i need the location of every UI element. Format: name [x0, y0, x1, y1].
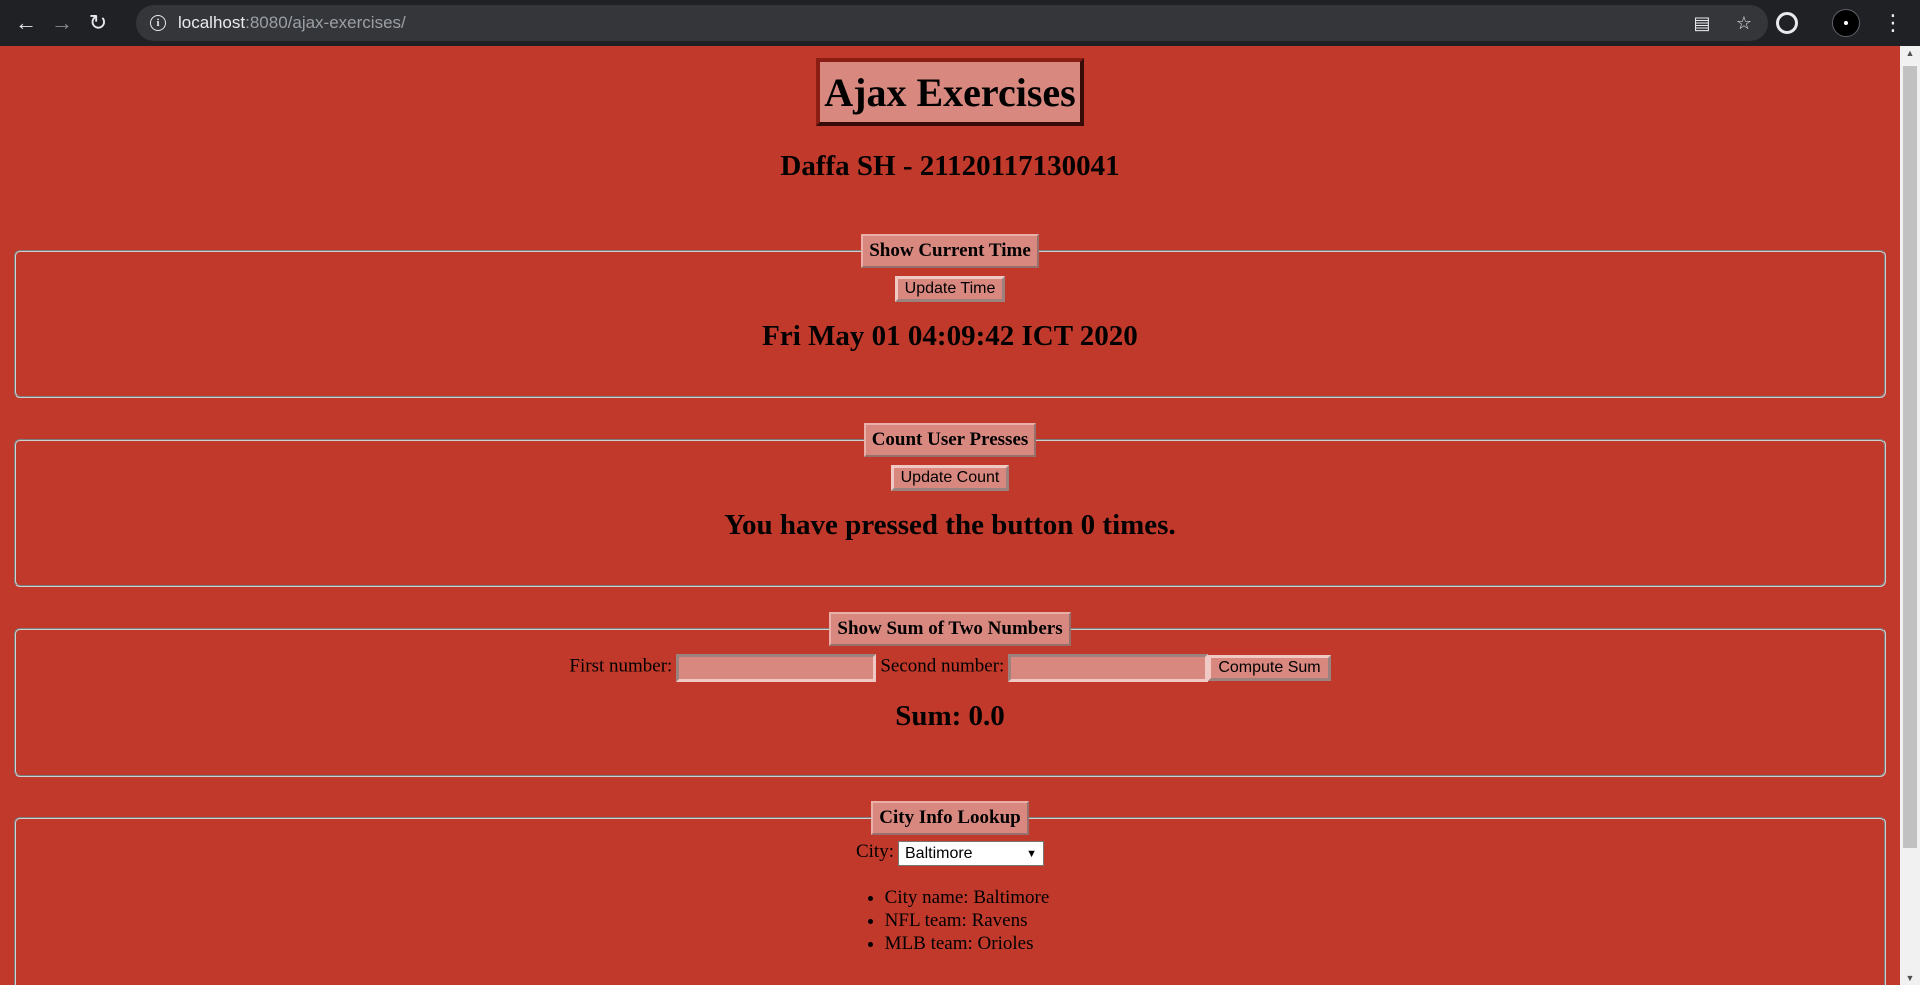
reload-icon[interactable]: ↻	[80, 5, 116, 41]
update-count-button[interactable]: Update Count	[890, 465, 1010, 491]
bookmark-star-icon[interactable]: ☆	[1730, 13, 1758, 34]
extension-icon[interactable]	[1776, 12, 1798, 34]
address-bar[interactable]: i localhost:8080/ajax-exercises/ ▤ ☆	[136, 5, 1768, 41]
city-info-nfl-team: NFL team: Ravens	[885, 909, 1050, 932]
translate-icon[interactable]: ▤	[1688, 13, 1716, 34]
count-presses-legend: Count User Presses	[863, 423, 1037, 457]
forward-arrow-icon[interactable]: →	[44, 5, 80, 41]
browser-toolbar: ← → ↻ i localhost:8080/ajax-exercises/ ▤…	[0, 0, 1920, 46]
sum-legend: Show Sum of Two Numbers	[829, 612, 1071, 646]
back-arrow-icon[interactable]: ←	[8, 5, 44, 41]
first-number-label: First number:	[569, 655, 673, 677]
url-path: :8080/ajax-exercises/	[245, 13, 406, 32]
current-time-legend: Show Current Time	[861, 234, 1039, 268]
sum-result: Sum: 0.0	[895, 700, 1005, 732]
compute-sum-button[interactable]: Compute Sum	[1208, 654, 1331, 681]
browser-menu-icon[interactable]: ⋮	[1882, 10, 1904, 36]
city-lookup-legend: City Info Lookup	[871, 801, 1029, 835]
city-select-value: Baltimore	[905, 844, 973, 862]
first-number-input[interactable]	[676, 654, 877, 682]
dropdown-arrow-icon: ▼	[1026, 847, 1037, 860]
page-scrollbar[interactable]: ▲ ▼	[1900, 46, 1920, 985]
sum-panel: Show Sum of Two Numbers First number: Se…	[14, 612, 1886, 777]
page-title: Ajax Exercises	[816, 58, 1084, 126]
scroll-down-arrow-icon[interactable]: ▼	[1900, 973, 1920, 983]
city-lookup-panel: City Info Lookup City: Baltimore ▼ City …	[14, 801, 1886, 985]
count-result: You have pressed the button 0 times.	[724, 509, 1176, 541]
second-number-input[interactable]	[1008, 654, 1209, 682]
city-label: City:	[855, 841, 894, 863]
update-time-button[interactable]: Update Time	[894, 276, 1006, 302]
scrollbar-thumb[interactable]	[1903, 66, 1917, 848]
page-content: Ajax Exercises Daffa SH - 21120117130041…	[0, 46, 1900, 985]
url-host: localhost	[178, 13, 246, 32]
city-select[interactable]: Baltimore ▼	[898, 841, 1044, 866]
page-subtitle: Daffa SH - 21120117130041	[780, 150, 1120, 182]
city-info-list: City name: Baltimore NFL team: Ravens ML…	[851, 886, 1050, 955]
current-time-result: Fri May 01 04:09:42 ICT 2020	[762, 320, 1138, 352]
second-number-label: Second number:	[880, 655, 1005, 677]
count-presses-panel: Count User Presses Update Count You have…	[14, 423, 1886, 587]
scroll-up-arrow-icon[interactable]: ▲	[1900, 48, 1920, 58]
profile-avatar[interactable]	[1832, 9, 1860, 37]
city-info-mlb-team: MLB team: Orioles	[885, 932, 1050, 955]
city-info-name: City name: Baltimore	[885, 886, 1050, 909]
url-text[interactable]: localhost:8080/ajax-exercises/	[178, 13, 406, 33]
current-time-panel: Show Current Time Update Time Fri May 01…	[14, 234, 1886, 398]
site-info-icon[interactable]: i	[150, 15, 166, 31]
